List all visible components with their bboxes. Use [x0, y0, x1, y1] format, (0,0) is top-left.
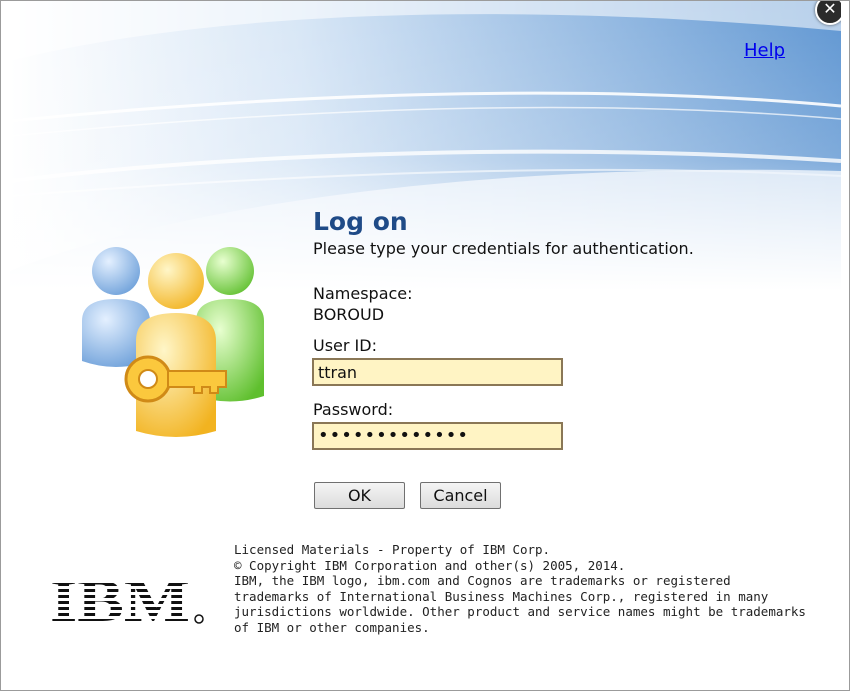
namespace-value: BOROUD — [313, 305, 385, 324]
legal-line: IBM, the IBM logo, ibm.com and Cognos ar… — [234, 573, 731, 589]
user-id-label: User ID: — [313, 336, 377, 355]
legal-line: © Copyright IBM Corporation and other(s)… — [234, 557, 626, 573]
ibm-logo-text: IBM — [50, 569, 190, 629]
ibm-logo: IBM — [50, 569, 204, 629]
cancel-button[interactable]: Cancel — [420, 482, 501, 509]
page-subtitle: Please type your credentials for authent… — [313, 239, 694, 258]
user-id-input[interactable] — [312, 358, 563, 386]
dialog-body: ✕ Help Log on Please type your credentia… — [10, 1, 841, 682]
password-input[interactable]: ••••••••••••• — [312, 422, 563, 450]
legal-line: jurisdictions worldwide. Other product a… — [234, 604, 806, 620]
logon-dialog: ✕ Help Log on Please type your credentia… — [0, 0, 850, 691]
ok-button[interactable]: OK — [314, 482, 405, 509]
legal-line: trademarks of International Business Mac… — [234, 588, 769, 604]
legal-line: Licensed Materials - Property of IBM Cor… — [234, 542, 551, 557]
legal-notice: Licensed Materials - Property of IBM Cor… — [234, 542, 834, 636]
password-label: Password: — [313, 400, 394, 419]
namespace-label: Namespace: — [313, 284, 413, 303]
password-mask: ••••••••••••• — [318, 425, 470, 446]
help-link[interactable]: Help — [744, 40, 785, 61]
legal-line: of IBM or other companies. — [234, 619, 430, 635]
users-key-icon — [82, 247, 264, 437]
page-title: Log on — [313, 207, 408, 236]
